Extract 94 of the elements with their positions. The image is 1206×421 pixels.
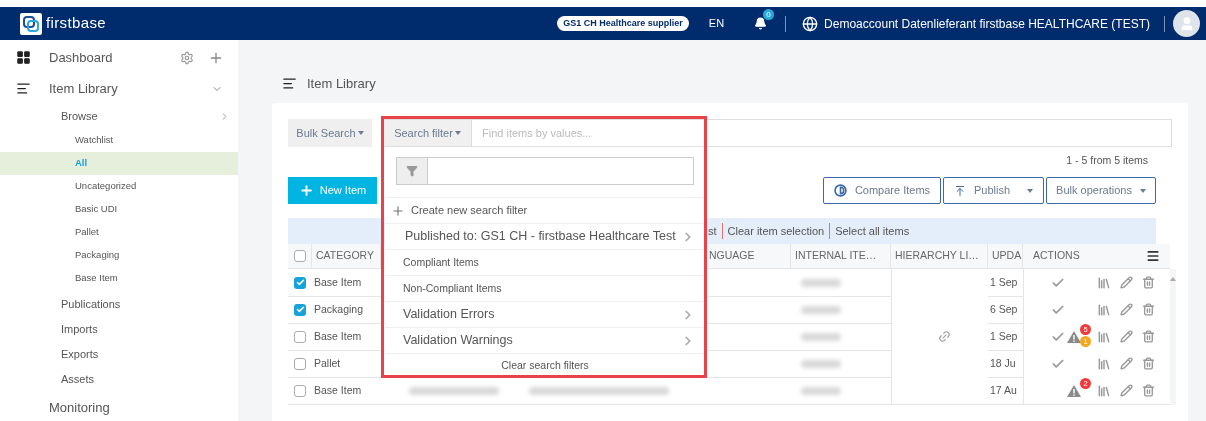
column-header[interactable]: HIERARCHY LI…: [895, 248, 979, 264]
checkbox[interactable]: [294, 384, 306, 397]
table-cell-text: Base Item: [314, 382, 362, 398]
column-header[interactable]: CATEGORY: [316, 248, 374, 264]
checkbox[interactable]: [293, 250, 306, 262]
column-header[interactable]: INTERNAL ITE…: [795, 248, 877, 264]
sidebar-item[interactable]: Basic UDI: [75, 202, 118, 217]
checkbox[interactable]: [294, 303, 306, 316]
column-header[interactable]: ACTIONS: [1033, 248, 1146, 264]
language-label[interactable]: EN: [708, 15, 725, 32]
menu-icon[interactable]: [1146, 249, 1160, 263]
sidebar-item[interactable]: Monitoring: [49, 397, 224, 418]
sidebar-item[interactable]: Dashboard: [49, 47, 180, 68]
filter-icon: [406, 165, 418, 177]
table-cell-text: 18 Ju: [990, 355, 1016, 371]
sidebar-item[interactable]: Item Library: [49, 78, 211, 99]
edit-icon[interactable]: [1120, 330, 1133, 343]
library-icon[interactable]: [1097, 302, 1111, 317]
sidebar-item[interactable]: Exports: [61, 346, 230, 363]
globe-icon[interactable]: [802, 15, 819, 32]
dashboard-icon: [16, 50, 31, 65]
sidebar-item[interactable]: Browse: [61, 108, 219, 125]
plus-icon: [298, 183, 314, 198]
delete-icon[interactable]: [1142, 357, 1155, 370]
search-filter-button[interactable]: Search filter: [383, 119, 472, 147]
edit-icon[interactable]: [1120, 303, 1133, 316]
compare-items-button[interactable]: Compare Items: [823, 177, 941, 204]
delete-icon[interactable]: [1142, 303, 1155, 316]
edit-icon[interactable]: [1120, 276, 1133, 289]
redacted-text: [801, 332, 841, 341]
search-field[interactable]: Find items by values...: [472, 119, 1172, 147]
redacted-text: [801, 359, 841, 368]
warning-icon: [1067, 384, 1081, 397]
checkbox[interactable]: [294, 330, 306, 343]
upload-icon: [954, 184, 966, 197]
bulk-operations-button[interactable]: Bulk operations: [1046, 177, 1156, 204]
library-icon[interactable]: [1097, 275, 1111, 290]
sidebar-item[interactable]: Publications: [61, 296, 230, 313]
table-cell-text: 1 Sep: [990, 274, 1018, 290]
edit-icon[interactable]: [1120, 384, 1133, 397]
avatar[interactable]: [1173, 10, 1200, 37]
caret-icon: [1139, 188, 1146, 193]
table-cell-text: 6 Sep: [990, 301, 1018, 317]
checkbox[interactable]: [294, 276, 306, 289]
table-cell-text: 17 Au: [990, 382, 1017, 398]
notification-count: 0: [763, 9, 775, 20]
column-header[interactable]: UPDA: [992, 248, 1022, 264]
warning-icon: [1067, 330, 1081, 343]
sidebar-item[interactable]: Uncategorized: [75, 179, 137, 194]
table-cell-text: Packaging: [314, 301, 364, 317]
bulk-search-button[interactable]: Bulk Search: [288, 119, 372, 147]
sidebar-item[interactable]: Assets: [61, 371, 230, 388]
sidebar-item[interactable]: Packaging: [75, 248, 120, 263]
delete-icon[interactable]: [1142, 276, 1155, 289]
sidebar-item[interactable]: Imports: [61, 321, 230, 338]
caret-icon: [357, 131, 364, 135]
sidebar-item[interactable]: Base Item: [75, 271, 118, 286]
library-icon[interactable]: [1097, 383, 1111, 398]
redacted-text: [801, 386, 841, 395]
table-cell-text: Base Item: [314, 274, 362, 290]
list-icon: [16, 81, 31, 96]
sidebar-item[interactable]: Pallet: [75, 225, 99, 240]
table-cell-text: 1 Sep: [990, 328, 1018, 344]
selection-link[interactable]: Select all items: [829, 222, 910, 240]
scroll-up-icon[interactable]: [1170, 277, 1176, 281]
table-cell-text: Base Item: [314, 328, 362, 344]
library-icon[interactable]: [1097, 356, 1111, 371]
caret-icon: [1027, 188, 1033, 193]
account-name[interactable]: Demoaccount Datenlieferant firstbase HEALTHCARE (TEST): [824, 14, 1150, 33]
selection-bar-text: st: [708, 223, 717, 239]
plus-icon: [391, 203, 405, 218]
selection-link[interactable]: Clear item selection: [721, 222, 825, 240]
list-icon: [282, 76, 297, 91]
redacted-text: [801, 305, 841, 314]
caret-icon: [454, 131, 461, 135]
scrollbar-track[interactable]: [1170, 269, 1176, 405]
edit-icon[interactable]: [1120, 357, 1133, 370]
settings-icon[interactable]: [180, 50, 194, 65]
column-header[interactable]: NGUAGE: [709, 248, 755, 264]
page-title: Item Library: [307, 74, 376, 93]
table-cell-text: Pallet: [314, 355, 341, 371]
library-icon[interactable]: [1097, 329, 1111, 344]
delete-icon[interactable]: [1142, 384, 1155, 397]
logo-icon: [20, 12, 42, 35]
bell-icon[interactable]: [754, 17, 768, 30]
item-count: 1 - 5 from 5 items: [1066, 152, 1148, 168]
redacted-text: [801, 278, 841, 287]
sidebar-item[interactable]: Watchlist: [75, 133, 114, 148]
delete-icon[interactable]: [1142, 330, 1155, 343]
logo-text: firstbase: [46, 13, 107, 34]
publish-button[interactable]: Publish: [943, 177, 1044, 204]
role-badge: GS1 CH Healthcare supplier: [557, 15, 689, 32]
filter-field[interactable]: [428, 157, 694, 185]
checkbox[interactable]: [294, 357, 306, 370]
